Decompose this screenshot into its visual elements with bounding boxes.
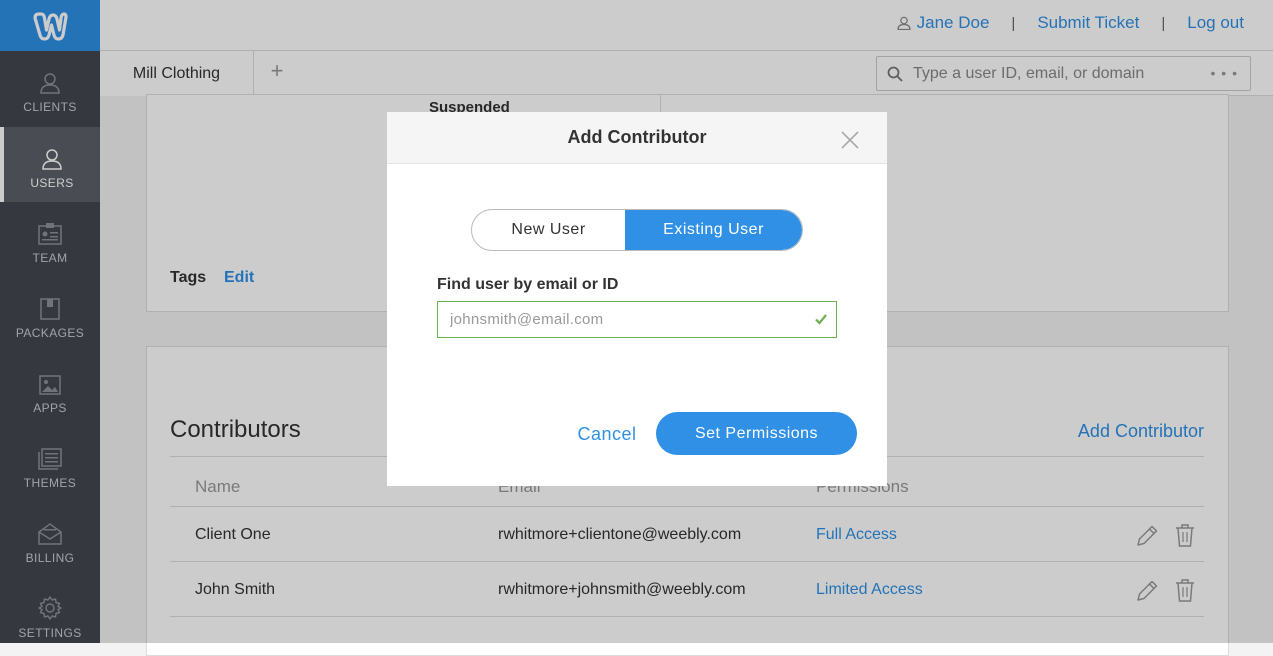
add-contributor-modal: Add Contributor New User Existing User F… <box>387 112 887 486</box>
find-user-input[interactable] <box>448 310 798 329</box>
new-user-option[interactable]: New User <box>472 210 625 250</box>
find-user-label: Find user by email or ID <box>437 276 619 293</box>
checkmark-icon <box>815 314 827 325</box>
cancel-button[interactable]: Cancel <box>567 412 647 456</box>
set-permissions-button[interactable]: Set Permissions <box>656 412 857 455</box>
user-type-toggle: New User Existing User <box>471 209 803 251</box>
modal-title: Add Contributor <box>567 127 707 147</box>
existing-user-option[interactable]: Existing User <box>625 210 802 250</box>
find-user-field-wrapper <box>437 301 837 338</box>
modal-header: Add Contributor <box>387 112 887 164</box>
close-icon[interactable] <box>841 131 859 149</box>
